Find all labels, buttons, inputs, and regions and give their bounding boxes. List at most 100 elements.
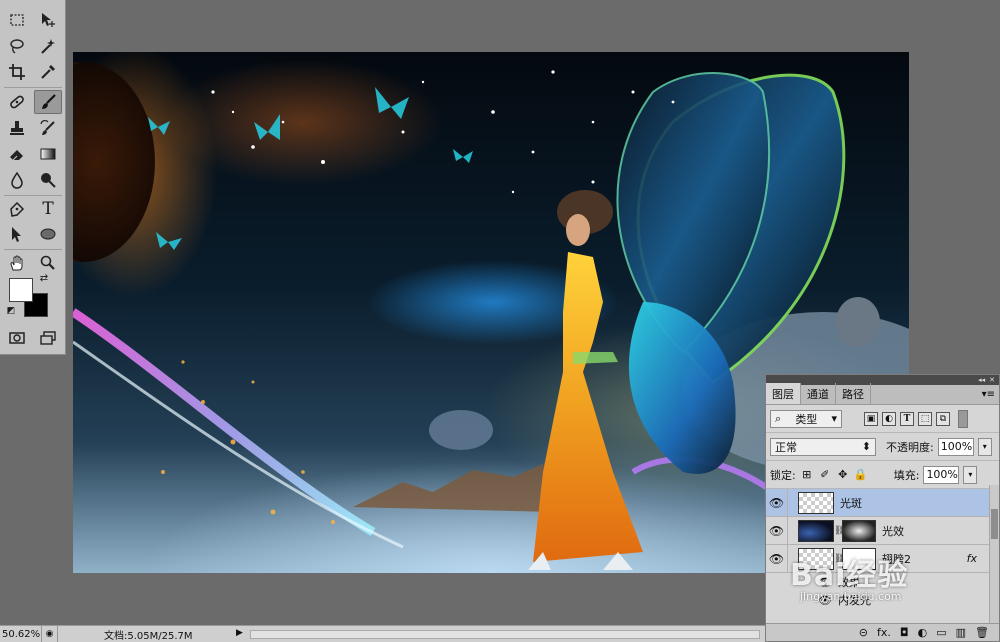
adjustment-filter-icon[interactable]: ◐ <box>882 411 896 426</box>
horizontal-scrollbar[interactable] <box>250 630 760 639</box>
lock-label: 锁定: <box>770 468 796 482</box>
lock-transparency-icon[interactable]: ⊞ <box>800 468 814 482</box>
layer-row[interactable]: 👁 ⛓ 光效 <box>766 516 999 545</box>
status-menu-arrow-icon[interactable]: ▶ <box>236 628 243 638</box>
swap-arrow-icon: ⇄ <box>39 272 49 284</box>
layer-fx-badge[interactable]: fx <box>967 552 977 565</box>
close-panel-icon[interactable]: ✕ <box>989 375 995 385</box>
blend-opacity-row: 正常 ⬍ 不透明度: 100% ▾ <box>766 433 999 461</box>
zoom-level-field[interactable]: 50.62% <box>0 625 42 642</box>
chevron-down-icon: ▾ <box>968 470 973 479</box>
document-info: 文档:5.05M/25.7M <box>104 630 193 642</box>
lasso-tool[interactable] <box>3 34 31 58</box>
add-style-icon[interactable]: fx. <box>877 626 891 639</box>
layer-mask-thumbnail[interactable] <box>842 519 876 542</box>
quick-mask-icon <box>9 332 25 344</box>
shape-filter-icon[interactable]: ⬚ <box>918 411 932 426</box>
fill-field[interactable]: 100% <box>923 465 960 484</box>
screen-mode-tool[interactable] <box>34 326 62 350</box>
bandage-icon <box>10 95 24 109</box>
eraser-tool[interactable] <box>3 142 31 166</box>
type-icon: T <box>42 199 54 219</box>
status-bar: 50.62% ◉ 文档:5.05M/25.7M ▶ <box>0 625 765 642</box>
eyedropper-tool[interactable] <box>34 60 62 84</box>
lock-position-icon[interactable]: ✥ <box>836 468 850 482</box>
rect-marquee-icon <box>10 14 24 26</box>
lock-fill-row: 锁定: ⊞ ✐ ✥ 🔒 填充: 100% ▾ <box>766 461 999 489</box>
layer-thumbnail <box>798 519 834 542</box>
tools-panel: T ⇄ ◩ <box>0 0 66 355</box>
hand-tool[interactable] <box>3 251 31 275</box>
asteroid <box>836 297 880 347</box>
dodge-tool[interactable] <box>34 168 62 192</box>
eye-icon[interactable]: 👁 <box>766 544 788 573</box>
add-mask-icon[interactable]: ◘ <box>900 626 909 639</box>
rocky-ridge <box>353 464 553 512</box>
smart-object-filter-icon[interactable]: ⧉ <box>936 411 950 426</box>
chevron-updown-icon: ⬍ <box>861 440 871 453</box>
gradient-icon <box>40 148 56 160</box>
butterflies <box>148 87 473 250</box>
filter-toggle[interactable] <box>958 409 968 428</box>
drop-icon <box>11 171 23 189</box>
eye-icon[interactable]: 👁 <box>766 488 788 517</box>
layer-filter-dropdown[interactable]: ⌕ 类型 ▾ <box>770 409 842 428</box>
new-group-icon[interactable]: ▭ <box>936 626 946 639</box>
arrow-pointer-icon <box>12 227 21 242</box>
adjustment-layer-icon[interactable]: ◐ <box>918 626 928 639</box>
blend-mode-dropdown[interactable]: 正常 ⬍ <box>770 437 876 456</box>
panel-menu-icon[interactable]: ▾≡ <box>982 389 995 400</box>
history-brush-tool[interactable] <box>34 116 62 140</box>
path-select-tool[interactable] <box>3 222 31 246</box>
status-info-icon[interactable]: ◉ <box>42 625 58 642</box>
quick-mask-tool[interactable] <box>3 326 31 350</box>
foreground-color-swatch[interactable] <box>9 278 33 302</box>
asteroid-small <box>429 410 493 450</box>
swap-colors-button[interactable]: ⇄ <box>36 270 52 286</box>
star-sparkles <box>211 70 675 194</box>
baidu-watermark: Bai经验 <box>790 558 909 593</box>
brush-tool[interactable] <box>34 90 62 114</box>
layer-row[interactable]: 👁 光斑 <box>766 488 999 517</box>
opacity-slider-button[interactable]: ▾ <box>977 437 992 456</box>
layers-scrollbar[interactable] <box>989 485 999 625</box>
stamp-icon <box>10 121 24 135</box>
magic-wand-tool[interactable] <box>34 34 62 58</box>
fill-slider-button[interactable]: ▾ <box>963 465 978 484</box>
eye-icon[interactable]: 👁 <box>766 516 788 545</box>
brush-icon <box>42 94 56 109</box>
magic-wand-icon <box>41 39 55 54</box>
healing-brush-tool[interactable] <box>3 90 31 114</box>
blend-mode-value: 正常 <box>775 440 797 454</box>
lock-all-icon[interactable]: 🔒 <box>854 468 868 482</box>
tab-layers[interactable]: 图层 <box>766 383 801 404</box>
ellipse-icon <box>40 228 56 240</box>
collapse-panel-icon[interactable]: ◂◂ <box>978 375 985 385</box>
eraser-icon <box>10 150 23 161</box>
image-filter-icon[interactable]: ▣ <box>864 411 878 426</box>
lock-pixels-icon[interactable]: ✐ <box>818 468 832 482</box>
trash-icon[interactable]: 🗑 <box>975 626 989 639</box>
tab-paths[interactable]: 路径 <box>836 383 871 404</box>
move-tool[interactable] <box>34 8 62 32</box>
link-layers-icon[interactable]: ⊝ <box>859 626 868 639</box>
pen-tool[interactable] <box>3 197 31 221</box>
crop-tool[interactable] <box>3 60 31 84</box>
ellipse-tool[interactable] <box>34 222 62 246</box>
gradient-tool[interactable] <box>34 142 62 166</box>
scrollbar-thumb[interactable] <box>991 509 998 539</box>
opacity-field[interactable]: 100% <box>937 437 974 456</box>
type-filter-icon[interactable]: T <box>900 411 914 426</box>
chevron-down-icon: ▾ <box>982 442 987 451</box>
chain-link-icon[interactable]: ⛓ <box>834 526 845 536</box>
clone-stamp-tool[interactable] <box>3 116 31 140</box>
dodge-icon <box>41 173 56 188</box>
new-layer-icon[interactable]: ▥ <box>956 626 966 639</box>
rect-marquee-tool[interactable] <box>3 8 31 32</box>
tab-channels[interactable]: 通道 <box>801 383 836 404</box>
default-colors-button[interactable]: ◩ <box>4 304 18 318</box>
type-tool[interactable]: T <box>34 197 62 221</box>
layer-thumbnail <box>798 491 834 514</box>
tool-divider <box>4 195 62 196</box>
blur-tool[interactable] <box>3 168 31 192</box>
